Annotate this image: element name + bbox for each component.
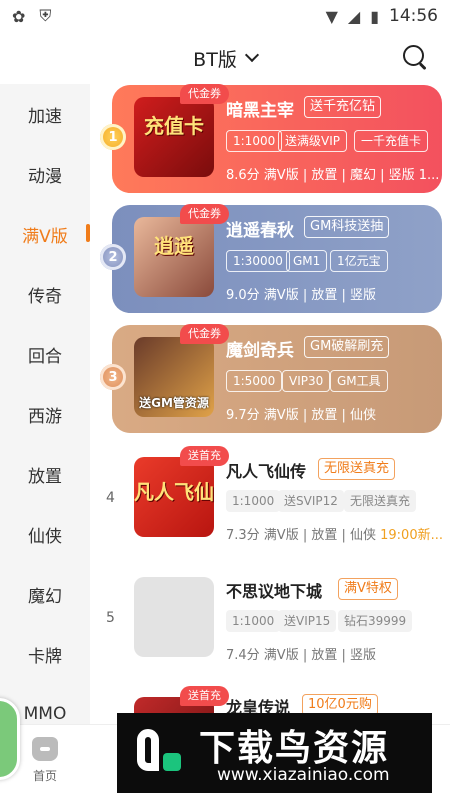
rank-number: 1: [108, 129, 118, 145]
rank-medal-bronze-icon: 3: [100, 364, 126, 390]
header: BT版: [0, 36, 450, 80]
feature-chip: 送VIP15: [278, 610, 337, 632]
sidebar-item-label: 魔幻: [28, 586, 62, 607]
page-title: BT版: [193, 48, 237, 71]
sidebar-item-idle[interactable]: 放置: [0, 444, 90, 504]
voucher-badge: 代金券: [180, 204, 229, 224]
sidebar-item-label: MMO: [23, 704, 67, 724]
sidebar-item-label: 仙侠: [28, 526, 62, 547]
promo-tag: 满V特权: [338, 578, 398, 600]
feature-chip: 钻石39999: [338, 610, 413, 632]
game-meta: 9.7分 满V版 | 放置 | 仙侠: [226, 408, 376, 423]
watermark-url: www.xiazainiao.com: [217, 765, 390, 785]
watermark-title: 下载鸟资源: [199, 728, 390, 769]
voucher-badge: 代金券: [180, 324, 229, 344]
watermark-banner: 下载鸟资源 www.xiazainiao.com: [117, 713, 432, 793]
nav-home-label: 首页: [32, 769, 57, 783]
category-sidebar: 加速 动漫 满V版 传奇 回合 西游 放置 仙侠 魔幻 卡牌 MMO: [0, 84, 90, 724]
sidebar-item-legend[interactable]: 传奇: [0, 264, 90, 324]
nav-home[interactable]: 首页: [20, 737, 70, 784]
promo-tag: 送千充亿钻: [304, 96, 382, 118]
rank-number: 5: [106, 610, 115, 626]
sidebar-item-label: 传奇: [28, 286, 62, 307]
first-charge-badge: 送首充: [180, 446, 229, 466]
feature-chip: 一千充值卡: [354, 130, 429, 152]
game-thumbnail[interactable]: 充值卡: [134, 97, 214, 177]
game-meta: 9.0分 满V版 | 放置 | 竖版: [226, 288, 376, 303]
sidebar-item-label: 加速: [28, 106, 62, 127]
sidebar-item-label: 满V版: [22, 226, 68, 247]
open-time: 19:00新...: [380, 528, 443, 543]
rank-number: 3: [108, 369, 118, 385]
game-title: 魔剑奇兵: [226, 341, 294, 361]
wifi-icon: ▼: [325, 6, 338, 26]
voucher-badge: 代金券: [180, 84, 229, 104]
search-icon-handle: [419, 62, 427, 70]
battery-icon: ▮: [370, 6, 379, 26]
chevron-down-icon: [244, 47, 259, 63]
feature-chip: 1:1000: [226, 130, 283, 152]
feature-chip: 1:1000: [226, 610, 281, 632]
sidebar-item-full-v[interactable]: 满V版: [0, 204, 90, 264]
thumbnail-text: 凡人飞仙: [134, 480, 214, 504]
sidebar-item-anime[interactable]: 动漫: [0, 144, 90, 204]
promo-tag: 无限送真充: [318, 458, 396, 480]
feature-chip: 送SVIP12: [278, 490, 344, 512]
sidebar-item-label: 放置: [28, 466, 62, 487]
thumbnail-text: 逍遥: [154, 234, 194, 258]
bird-logo-icon: [127, 723, 187, 783]
sidebar-item-turn-based[interactable]: 回合: [0, 324, 90, 384]
sidebar-item-label: 卡牌: [28, 646, 62, 667]
game-title[interactable]: 不思议地下城: [226, 578, 322, 602]
rank-number: 4: [106, 490, 115, 506]
feature-chip: VIP30: [282, 370, 331, 392]
feature-chip: GM1: [286, 250, 328, 272]
sidebar-item-fantasy[interactable]: 魔幻: [0, 564, 90, 624]
promo-tag: GM破解刷充: [304, 336, 390, 358]
rank-medal-gold-icon: 1: [100, 124, 126, 150]
sidebar-item-label: 回合: [28, 346, 62, 367]
thumbnail-text: 充值卡: [144, 114, 204, 138]
floating-assistant-button[interactable]: [0, 698, 20, 780]
feature-chip: 无限送真充: [344, 490, 417, 512]
feature-chip: 1:1000: [226, 490, 281, 512]
search-button[interactable]: [402, 44, 428, 70]
sidebar-item-label: 西游: [28, 406, 62, 427]
rank-medal-silver-icon: 2: [100, 244, 126, 270]
sidebar-item-journey-west[interactable]: 西游: [0, 384, 90, 444]
signal-icon: ◢: [347, 6, 361, 26]
rank-number: 2: [108, 249, 118, 265]
sidebar-item-accelerate[interactable]: 加速: [0, 84, 90, 144]
sidebar-item-card[interactable]: 卡牌: [0, 624, 90, 684]
status-bar: ✿ ⛨ ▼ ◢ ▮ 14:56: [0, 0, 450, 32]
thumbnail-text: 送GM管资源: [139, 396, 209, 410]
feature-chip: 1亿元宝: [330, 250, 388, 272]
promo-tag: GM科技送抽: [304, 216, 390, 238]
app-notification-icon: ✿: [12, 6, 26, 26]
game-thumbnail[interactable]: [134, 577, 214, 657]
sidebar-item-xianxia[interactable]: 仙侠: [0, 504, 90, 564]
feature-chip: 1:5000: [226, 370, 283, 392]
game-thumbnail[interactable]: 逍遥: [134, 217, 214, 297]
sidebar-item-label: 动漫: [28, 166, 62, 187]
game-meta: 7.3分 满V版 | 放置 | 仙侠 19:00新...: [226, 524, 443, 543]
game-title: 暗黑主宰: [226, 101, 294, 121]
active-indicator: [86, 224, 90, 242]
shield-icon: ⛨: [39, 6, 52, 25]
first-charge-badge: 送首充: [180, 686, 229, 706]
game-meta: 7.4分 满V版 | 放置 | 竖版: [226, 648, 376, 663]
game-title: 逍遥春秋: [226, 221, 294, 241]
feature-chip: 1:30000: [226, 250, 290, 272]
feature-chip: GM工具: [330, 370, 388, 392]
game-list: 1 充值卡 代金券 暗黑主宰 送千充亿钻 1:1000 送满级VIP 一千充值卡…: [98, 84, 450, 724]
game-thumbnail[interactable]: 凡人飞仙: [134, 457, 214, 537]
game-title[interactable]: 凡人飞仙传: [226, 458, 306, 482]
game-thumbnail[interactable]: 送GM管资源: [134, 337, 214, 417]
feature-chip: 送满级VIP: [278, 130, 347, 152]
status-time: 14:56: [389, 6, 438, 26]
game-meta-text: 7.3分 满V版 | 放置 | 仙侠: [226, 528, 381, 543]
game-meta: 8.6分 满V版 | 放置 | 魔幻 | 竖版 1...: [226, 168, 440, 183]
home-icon: [32, 737, 58, 761]
version-dropdown[interactable]: BT版: [193, 45, 259, 72]
